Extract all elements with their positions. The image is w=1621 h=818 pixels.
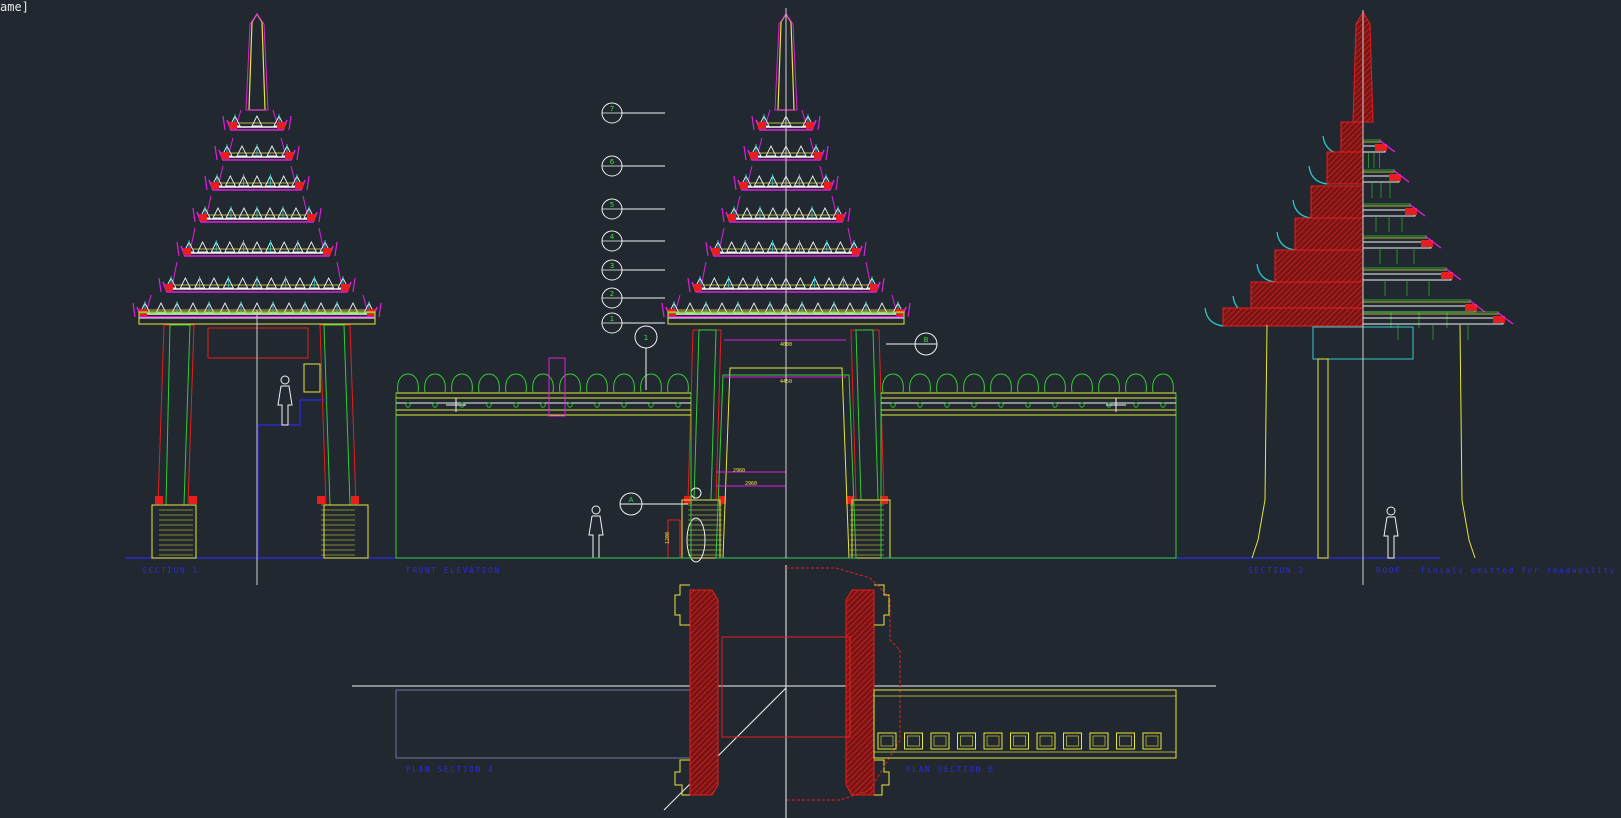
caption-section-2: SECTION 2: [1248, 566, 1305, 575]
level-marker-label: 5: [610, 201, 614, 209]
dimension-label: 1200: [665, 532, 671, 544]
caption-roof-note: ROOF - finials omitted for readability: [1376, 566, 1616, 575]
dimension-label: 2960: [745, 481, 757, 487]
svg-text:1: 1: [644, 334, 648, 342]
caption-plan-section-a: PLAN SECTION A: [406, 765, 494, 774]
level-marker-label: 3: [610, 262, 614, 270]
level-marker-label: 4: [610, 233, 615, 241]
section-marker-a[interactable]: A: [619, 492, 688, 516]
level-marker[interactable]: 7: [601, 102, 665, 124]
level-marker-label: 2: [610, 290, 614, 298]
svg-text:A: A: [629, 496, 634, 504]
level-marker[interactable]: 3: [601, 259, 665, 281]
scale-figure-3: [1383, 506, 1399, 559]
dimension-label: 4450: [780, 379, 792, 385]
section-2-drawing[interactable]: [1204, 10, 1514, 585]
level-marker-label: 1: [610, 315, 614, 323]
section-marker-b[interactable]: B: [886, 332, 938, 356]
svg-text:B: B: [924, 336, 929, 344]
caption-section-1: SECTION 1: [142, 566, 199, 575]
level-marker[interactable]: 5: [601, 198, 665, 220]
level-marker-label: 7: [610, 105, 614, 113]
section-marker-1[interactable]: 1: [634, 325, 658, 390]
level-marker[interactable]: 2: [601, 287, 665, 309]
scale-figure-1: [277, 375, 293, 426]
level-marker[interactable]: 6: [601, 155, 665, 177]
level-marker-label: 6: [610, 158, 615, 166]
level-marker[interactable]: 4: [601, 230, 665, 252]
cad-drawing-canvas[interactable]: 4000 4450 2960 2960 1200 7 6 5 4 3 2 1 1 B A S…: [0, 0, 1621, 818]
section-1-drawing[interactable]: [132, 12, 382, 585]
front-elevation-drawing[interactable]: 4000 4450 2960 2960 1200: [588, 8, 911, 563]
dimension-label: 2960: [733, 468, 745, 474]
level-marker-group[interactable]: 7 6 5 4 3 2 1: [601, 102, 665, 334]
plan-section-drawing[interactable]: [352, 565, 1216, 818]
caption-plan-section-b: PLAN SECTION B: [906, 765, 994, 774]
caption-front-elevation: FRONT ELEVATION: [406, 566, 501, 575]
dimension-label: 4000: [780, 342, 792, 348]
level-marker[interactable]: 1: [601, 312, 665, 334]
